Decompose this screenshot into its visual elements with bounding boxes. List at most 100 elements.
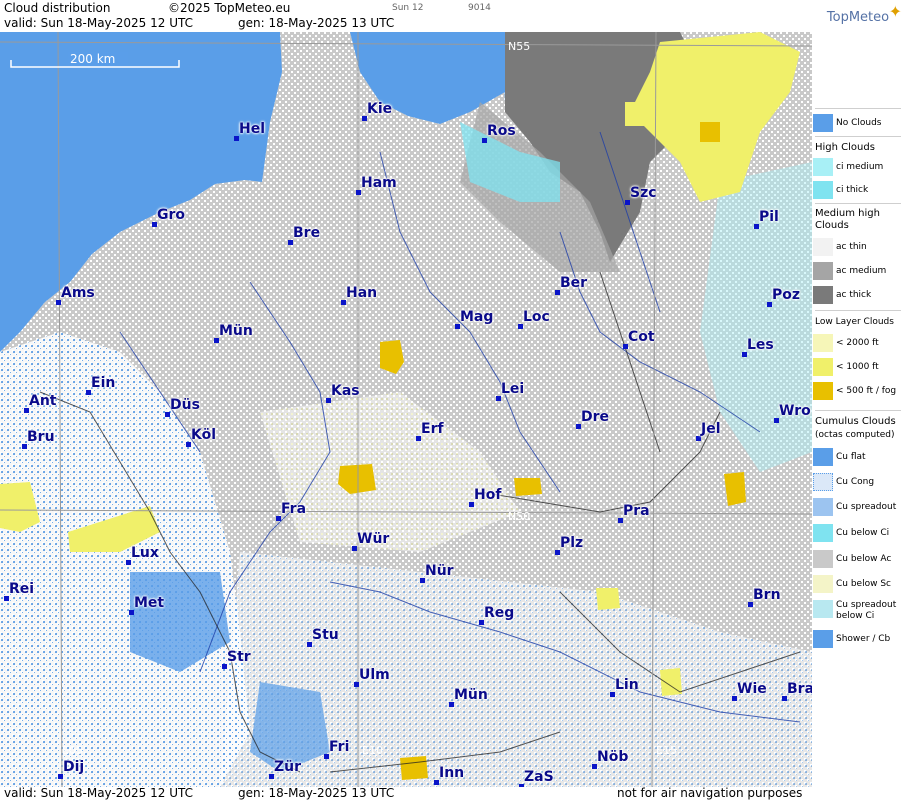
city-label: Mün: [454, 687, 488, 703]
city-label: Erf: [421, 421, 444, 437]
swatch-cu-below-ci: [813, 524, 833, 542]
city-label: Wie: [737, 681, 767, 697]
city-label: Bra: [787, 681, 812, 697]
grid-label-n55: N55: [508, 40, 531, 53]
legend-cu-sub: (octas computed): [815, 430, 895, 440]
legend-high-header: High Clouds: [815, 142, 875, 153]
low-cloud-lin: [660, 668, 682, 696]
legend-cu-spreadout-below-ci: Cu spreadout below Ci: [812, 600, 904, 626]
swatch-low-2000: [813, 334, 833, 352]
city-label: Mün: [219, 323, 253, 339]
legend-divider: [815, 136, 901, 137]
city-label: Han: [346, 285, 378, 301]
footer-note: not for air navigation purposes: [617, 786, 803, 800]
fog-hof: [514, 478, 542, 496]
city-label: Jel: [701, 421, 721, 437]
footer-gen: gen: 18-May-2025 13 UTC: [238, 786, 395, 800]
legend-divider: [815, 108, 901, 109]
city-label: Str: [227, 649, 251, 665]
legend-divider: [815, 310, 901, 311]
city-label: Plz: [560, 535, 584, 551]
map-title: Cloud distribution: [4, 1, 111, 15]
map-footer: valid: Sun 18-May-2025 12 UTC gen: 18-Ma…: [0, 786, 812, 801]
scale-bar: 200 km: [10, 52, 180, 68]
generated-time: gen: 18-May-2025 13 UTC: [238, 16, 395, 30]
city-label: Nür: [425, 563, 454, 579]
city-label: Ams: [61, 285, 95, 301]
city-label: Rei: [9, 581, 35, 597]
city-label: Met: [134, 595, 165, 611]
city-label: Mag: [460, 309, 494, 325]
swatch-cu-below-ac: [813, 550, 833, 568]
valid-time: valid: Sun 18-May-2025 12 UTC: [4, 16, 193, 30]
city-label: Düs: [170, 397, 200, 413]
city-label: Lin: [615, 677, 639, 693]
city-label: Pra: [623, 503, 650, 519]
grid-label-n50: N50: [508, 510, 531, 523]
city-label: Reg: [484, 605, 515, 621]
grid-label-e10: E10: [362, 744, 383, 757]
city-label: Ham: [361, 175, 397, 191]
swatch-ac-thin: [813, 238, 833, 256]
swatch-cu-spreadout-below-ci: [813, 600, 833, 618]
city-label: Gro: [157, 207, 186, 223]
city-label: Stu: [312, 627, 339, 643]
swatch-ac-medium: [813, 262, 833, 280]
city-label: Szc: [630, 185, 657, 201]
city-label: Fri: [329, 739, 350, 755]
city-label: Pil: [759, 209, 779, 225]
city-label: Kas: [331, 383, 360, 399]
city-label: Bre: [293, 225, 321, 241]
city-label: Dre: [581, 409, 610, 425]
low-cloud-ne2: [625, 102, 655, 126]
legend-divider: [815, 203, 901, 204]
cloud-map[interactable]: 200 km N55 N50 E05 E10 E15 Hel Kie Ros Ham S…: [0, 32, 812, 787]
compass-star-icon: ✦: [888, 2, 902, 21]
run-code: 9014: [468, 3, 491, 13]
brand-logo: TopMeteo ✦: [812, 2, 904, 25]
footer-valid: valid: Sun 18-May-2025 12 UTC: [4, 786, 193, 800]
city-label: Inn: [439, 765, 465, 781]
city-label: Ros: [487, 123, 516, 139]
legend-cu-header: Cumulus Clouds: [815, 416, 896, 427]
city-label: Brn: [753, 587, 781, 603]
swatch-ci-medium: [813, 158, 833, 176]
swatch-cu-spreadout: [813, 498, 833, 516]
map-header: Cloud distribution ©2025 TopMeteo.eu Sun…: [0, 0, 812, 32]
city-label: Wür: [357, 531, 390, 547]
city-label: Loc: [523, 309, 550, 325]
swatch-cu-below-sc: [813, 575, 833, 593]
city-label: Cot: [628, 329, 655, 345]
city-label: Ein: [91, 375, 116, 391]
fog-ne: [700, 122, 720, 142]
scale-label: 200 km: [70, 52, 116, 66]
fog-inn: [400, 756, 428, 780]
city-label: ZaS: [524, 769, 554, 785]
city-label: Wro: [779, 403, 811, 419]
city-label: Ber: [560, 275, 588, 291]
swatch-ac-thick: [813, 286, 833, 304]
grid-label-e15: E15: [656, 744, 677, 757]
city-label: Nöb: [597, 749, 629, 765]
city-label: Les: [747, 337, 774, 353]
swatch-cu-cong: [813, 473, 833, 491]
city-label: Ulm: [359, 667, 390, 683]
legend-divider: [815, 410, 901, 411]
swatch-no-clouds: [813, 114, 833, 132]
low-cloud-brn: [596, 588, 620, 610]
city-label: Fra: [281, 501, 307, 517]
legend-panel: TopMeteo ✦ No Clouds High Clouds ci medi…: [812, 0, 904, 801]
time-tab[interactable]: Sun 12: [392, 3, 423, 13]
copyright: ©2025 TopMeteo.eu: [168, 1, 291, 15]
swatch-cu-flat: [813, 448, 833, 466]
city-label: Zür: [274, 759, 302, 775]
brand-text: TopMeteo: [826, 10, 890, 25]
legend-low-header: Low Layer Clouds: [815, 317, 894, 327]
city-label: Lux: [131, 545, 159, 561]
cloud-map-svg: [0, 32, 812, 787]
swatch-shower: [813, 630, 833, 648]
city-label: Dij: [63, 759, 85, 775]
grid-label-e05: E05: [62, 744, 83, 757]
city-label: Köl: [191, 427, 217, 443]
legend-medium-header: Medium high Clouds: [815, 208, 880, 231]
